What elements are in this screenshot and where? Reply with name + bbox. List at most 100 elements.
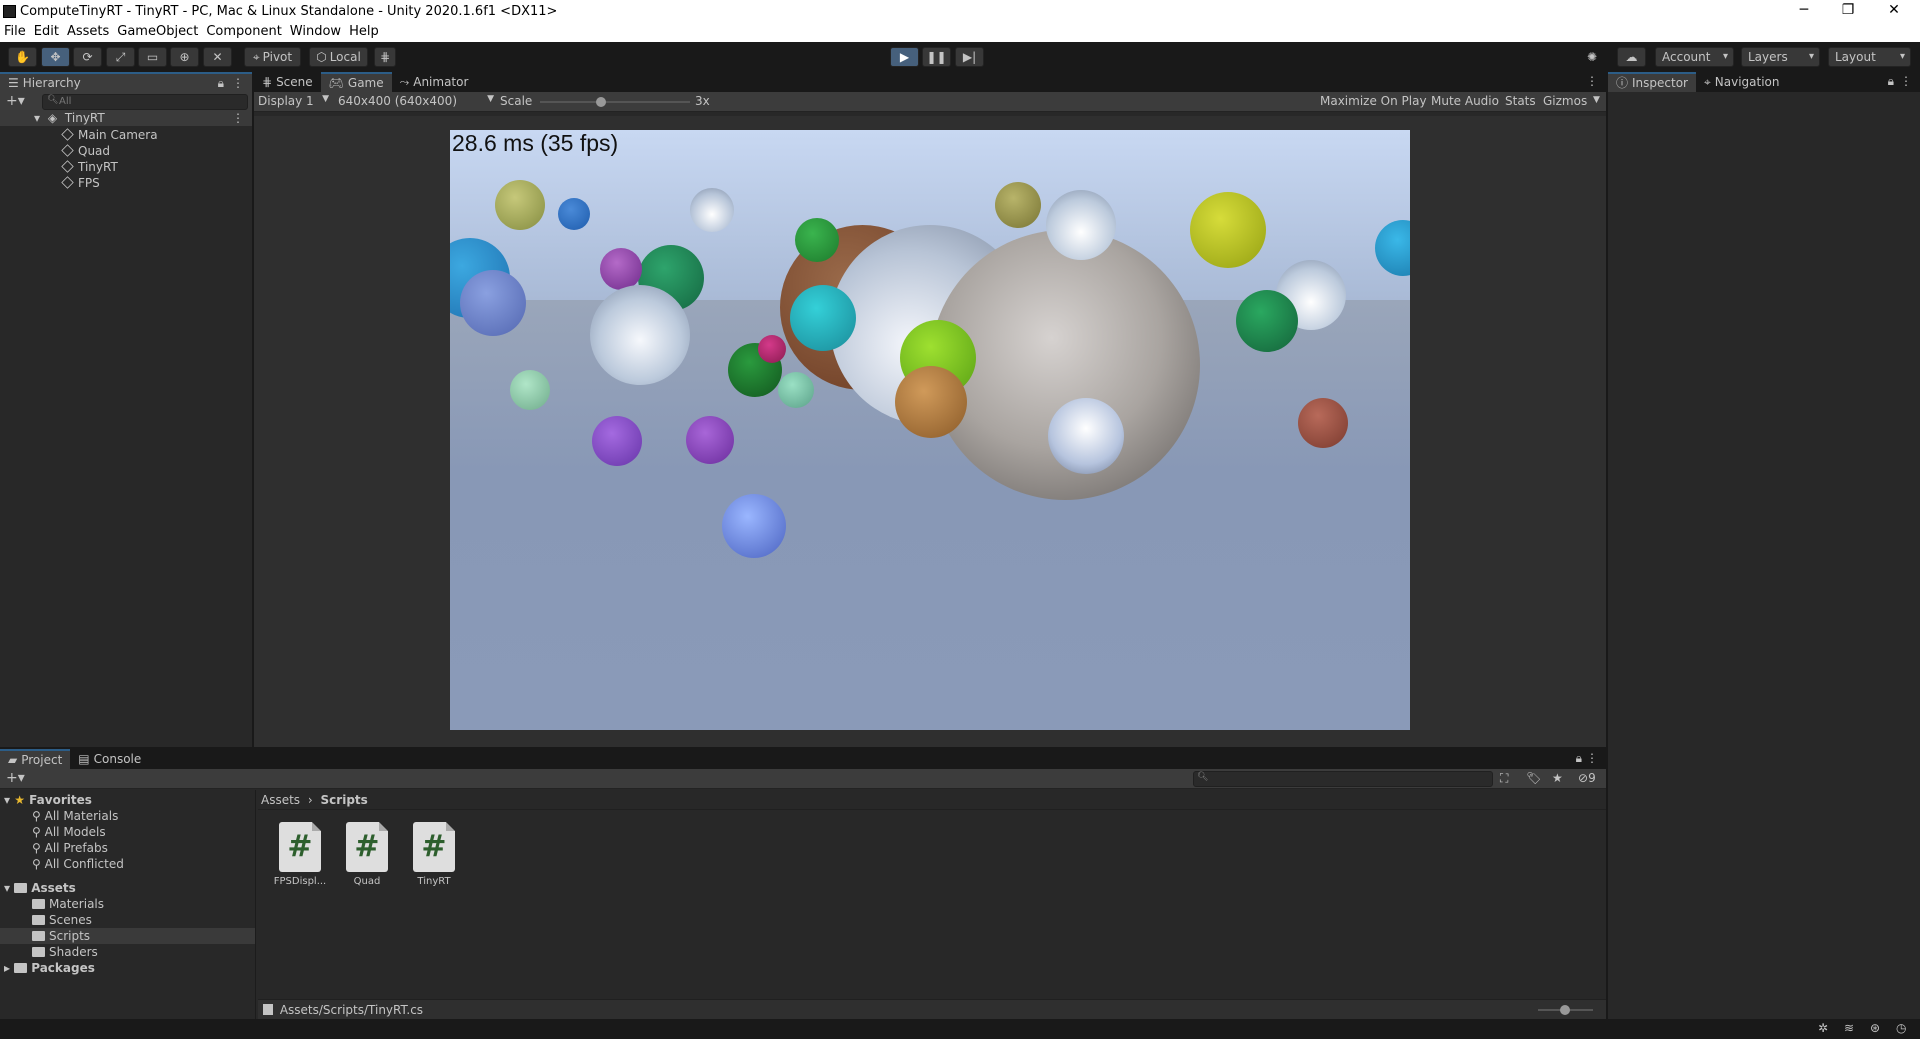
game-render-viewport[interactable]: 28.6 ms (35 fps) <box>450 130 1410 730</box>
lighting-icon[interactable]: ✺ <box>1581 47 1603 67</box>
notifications-icon[interactable]: ◷ <box>1896 1021 1906 1035</box>
folder-item[interactable]: Materials <box>32 896 104 912</box>
expand-arrow-icon[interactable]: ▸ <box>4 961 10 975</box>
gizmos-dropdown[interactable]: Gizmos <box>1543 94 1587 108</box>
tab-animator[interactable]: ⤳ Animator <box>392 72 477 92</box>
folder-item-selected[interactable]: Scripts <box>0 928 255 944</box>
scale-slider-thumb[interactable] <box>596 97 606 107</box>
tab-game[interactable]: 🎮︎ Game <box>320 72 392 92</box>
script-asset[interactable]: # TinyRT <box>404 822 464 887</box>
expand-arrow-icon[interactable]: ▾ <box>34 111 40 125</box>
menu-help[interactable]: Help <box>345 22 383 42</box>
kebab-menu-icon[interactable]: ⋮ <box>1900 74 1912 88</box>
project-search-input[interactable] <box>1193 771 1493 787</box>
favorite-item[interactable]: ⚲ All Materials <box>32 808 118 824</box>
create-plus-icon[interactable]: +▾ <box>6 770 25 786</box>
minimize-button[interactable]: ─ <box>1782 0 1826 22</box>
cloud-icon[interactable]: ☁ <box>1617 47 1646 67</box>
icon-size-slider[interactable] <box>1538 1005 1593 1015</box>
resolution-dropdown[interactable]: 640x400 (640x400) ▼ <box>338 94 498 110</box>
favorites-row[interactable]: ▾ ★ Favorites <box>4 792 92 808</box>
expand-arrow-icon[interactable]: ▾ <box>4 881 10 895</box>
hierarchy-item[interactable]: Main Camera <box>0 127 252 143</box>
restore-button[interactable]: ❐ <box>1826 0 1870 22</box>
rect-tool-icon[interactable]: ▭ <box>138 47 167 67</box>
favorite-item[interactable]: ⚲ All Models <box>32 824 106 840</box>
mute-audio-toggle[interactable]: Mute Audio <box>1431 94 1499 108</box>
assets-folder-row[interactable]: ▾ Assets <box>4 880 76 896</box>
maximize-on-play-toggle[interactable]: Maximize On Play <box>1320 94 1427 108</box>
hierarchy-item[interactable]: TinyRT <box>0 159 252 175</box>
favorite-item[interactable]: ⚲ All Prefabs <box>32 840 108 856</box>
filter-label-icon[interactable]: 🏷︎ <box>1526 771 1541 785</box>
folder-icon <box>14 963 28 973</box>
project-footer: Assets/Scripts/TinyRT.cs <box>258 999 1606 1019</box>
favorite-item-label: All Prefabs <box>44 841 108 855</box>
menu-edit[interactable]: Edit <box>30 22 63 42</box>
expand-arrow-icon[interactable]: ▾ <box>4 793 10 807</box>
folder-item[interactable]: Shaders <box>32 944 98 960</box>
chevron-right-icon: › <box>307 793 313 807</box>
move-tool-icon[interactable]: ✥ <box>41 47 70 67</box>
favorite-star-icon[interactable]: ★ <box>1552 771 1563 785</box>
lock-icon[interactable]: 🔒︎ <box>1888 74 1894 89</box>
hand-tool-icon[interactable]: ✋ <box>8 47 37 67</box>
menu-component[interactable]: Component <box>202 22 285 42</box>
chevron-down-icon[interactable]: ▼ <box>1593 95 1600 105</box>
grid-snap-icon[interactable]: ⋕ <box>374 47 396 67</box>
step-button[interactable]: ▶| <box>955 47 984 67</box>
script-asset[interactable]: # FPSDispl... <box>270 822 330 887</box>
selected-asset-path: Assets/Scripts/TinyRT.cs <box>279 1003 424 1017</box>
debug-icon[interactable]: ✲ <box>1818 1021 1828 1035</box>
game-menu-icon[interactable]: ⋮ <box>1586 74 1598 88</box>
hierarchy-item[interactable]: Quad <box>0 143 252 159</box>
tab-console[interactable]: ▤ Console <box>70 749 149 769</box>
transform-tool-icon[interactable]: ⊕ <box>170 47 199 67</box>
tab-inspector[interactable]: ⓘ Inspector <box>1608 72 1696 92</box>
kebab-menu-icon[interactable]: ⋮ <box>1586 751 1598 765</box>
hidden-packages-icon[interactable]: ⊘9 <box>1578 771 1596 785</box>
hierarchy-search-input[interactable]: All <box>42 94 248 110</box>
collab-icon[interactable]: ⊛ <box>1870 1021 1880 1035</box>
scale-tool-icon[interactable]: ⤢ <box>106 47 135 67</box>
scale-slider[interactable] <box>540 97 690 107</box>
breadcrumb-scripts[interactable]: Scripts <box>321 793 368 807</box>
packages-folder-row[interactable]: ▸ Packages <box>4 960 95 976</box>
hierarchy-item[interactable]: FPS <box>0 175 252 191</box>
tab-project[interactable]: ▰ Project <box>0 749 71 769</box>
tab-scene[interactable]: ⋕ Scene <box>254 72 321 92</box>
lock-icon[interactable]: 🔒︎ <box>1576 751 1582 766</box>
local-toggle[interactable]: ⬡ Local <box>309 47 368 67</box>
lock-icon[interactable]: 🔒︎ <box>218 73 224 93</box>
menu-assets[interactable]: Assets <box>63 22 113 42</box>
menu-gameobject[interactable]: GameObject <box>113 22 202 42</box>
rotate-tool-icon[interactable]: ⟳ <box>73 47 102 67</box>
gameobject-icon <box>61 176 74 189</box>
scene-menu-icon[interactable]: ⋮ <box>232 110 244 126</box>
stats-toggle[interactable]: Stats <box>1505 94 1536 108</box>
create-plus-icon[interactable]: +▾ <box>6 93 25 109</box>
kebab-menu-icon[interactable]: ⋮ <box>232 73 244 93</box>
layers-dropdown[interactable]: Layers <box>1741 47 1820 67</box>
tab-navigation[interactable]: ⌖ Navigation <box>1696 72 1788 92</box>
pause-button[interactable]: ❚❚ <box>922 47 951 67</box>
favorite-item[interactable]: ⚲ All Conflicted <box>32 856 124 872</box>
script-asset[interactable]: # Quad <box>337 822 397 887</box>
filter-type-icon[interactable]: ⛶ <box>1500 771 1508 786</box>
play-button[interactable]: ▶ <box>890 47 919 67</box>
icon-size-slider-thumb[interactable] <box>1560 1005 1570 1015</box>
display-dropdown[interactable]: Display 1 ▼ <box>258 94 333 110</box>
close-button[interactable]: ✕ <box>1872 0 1916 22</box>
pivot-toggle[interactable]: ⌖ Pivot <box>244 47 301 67</box>
scene-row[interactable]: ▾ ◈ TinyRT ⋮ <box>0 110 252 126</box>
menu-file[interactable]: File <box>0 22 30 42</box>
violet-sphere-2 <box>686 416 734 464</box>
tab-hierarchy[interactable]: ☰ Hierarchy 🔒︎ ⋮ <box>0 72 252 92</box>
cache-icon[interactable]: ≋ <box>1844 1021 1854 1035</box>
menu-window[interactable]: Window <box>286 22 345 42</box>
account-dropdown[interactable]: Account <box>1655 47 1734 67</box>
folder-item[interactable]: Scenes <box>32 912 92 928</box>
layout-dropdown[interactable]: Layout <box>1828 47 1911 67</box>
custom-tool-icon[interactable]: ✕ <box>203 47 232 67</box>
breadcrumb-assets[interactable]: Assets <box>261 793 300 807</box>
